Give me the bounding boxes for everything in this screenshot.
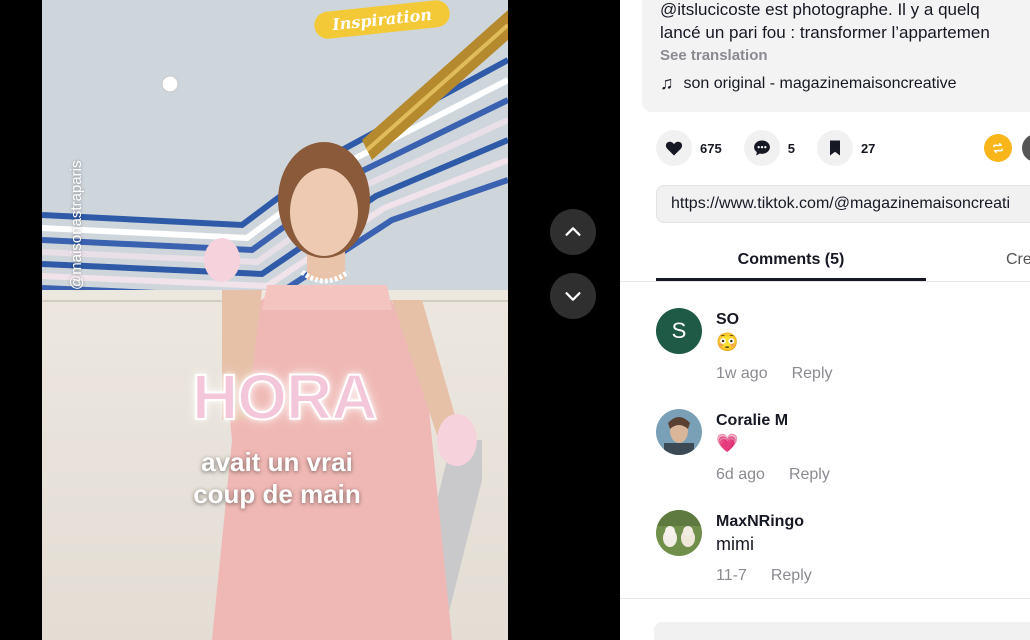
comment-text: 😳 (716, 332, 739, 352)
video-player[interactable]: Inspiration @maisonastraparis HORA avait… (42, 0, 508, 640)
comment-item: S SO 😳 1w ago Reply (656, 308, 1016, 398)
repost-icon (993, 142, 1003, 154)
reply-button[interactable]: Reply (789, 466, 830, 484)
comment-count: 5 (787, 140, 795, 156)
music-title: son original - magazinemaisoncreative (683, 74, 957, 92)
reply-button[interactable]: Reply (792, 365, 833, 383)
share-url-field[interactable]: https://www.tiktok.com/@magazinemaisoncr… (656, 185, 1030, 223)
caption-line-2: coup de main (193, 479, 361, 509)
avatar-photo (656, 510, 702, 556)
previous-video-button[interactable] (550, 209, 596, 255)
chevron-up-icon (565, 227, 581, 236)
like-button[interactable] (656, 130, 692, 166)
comment-bubble-icon (753, 140, 770, 156)
comment-item: Coralie M 💗 6d ago Reply (656, 409, 1016, 499)
video-big-word: HORA (191, 360, 378, 434)
description-line-2: lancé un pari fou : transformer l’appart… (660, 23, 990, 42)
description-line-1: @itslucicoste est photographe. Il y a qu… (660, 0, 980, 19)
comment-action: 5 (743, 130, 795, 166)
comment-text: 💗 (716, 433, 739, 453)
see-translation-link[interactable]: See translation (660, 47, 1030, 64)
like-action: 675 (656, 130, 722, 166)
video-handle-overlay: @maisonastraparis (68, 160, 85, 290)
next-video-button[interactable] (550, 273, 596, 319)
avatar-photo (656, 409, 702, 455)
music-note-icon: ♫ (660, 73, 674, 93)
avatar[interactable] (656, 409, 702, 455)
details-panel: @itslucicoste est photographe. Il y a qu… (620, 0, 1030, 640)
comment-meta: 1w ago Reply (716, 365, 833, 383)
chevron-down-icon (565, 292, 581, 301)
add-comment-input[interactable] (654, 622, 1030, 640)
comment-username[interactable]: SO (716, 311, 739, 329)
save-count: 27 (860, 140, 876, 156)
comment-time: 1w ago (716, 365, 768, 382)
description-box: @itslucicoste est photographe. Il y a qu… (642, 0, 1030, 112)
comment-username[interactable]: MaxNRingo (716, 513, 804, 531)
tab-creator-videos[interactable]: Cre (1006, 240, 1030, 280)
like-count: 675 (700, 140, 722, 156)
comment-item: MaxNRingo mimi 11-7 Reply (656, 510, 1016, 600)
comment-time: 11-7 (716, 567, 747, 584)
comment-meta: 11-7 Reply (716, 567, 812, 585)
avatar[interactable]: S (656, 308, 702, 354)
heart-icon (665, 141, 683, 156)
comment-time: 6d ago (716, 466, 765, 483)
comment-meta: 6d ago Reply (716, 466, 830, 484)
tab-comments[interactable]: Comments (5) (656, 240, 926, 280)
reply-button[interactable]: Reply (771, 567, 812, 585)
comment-input-divider (620, 598, 1030, 599)
video-area: Inspiration @maisonastraparis HORA avait… (0, 0, 620, 640)
video-caption: avait un vrai coup de main (162, 446, 392, 510)
bookmark-button[interactable] (816, 130, 853, 166)
repost-button[interactable] (984, 134, 1012, 162)
tab-divider (620, 281, 1030, 282)
comment-button[interactable] (743, 130, 780, 166)
more-share-button[interactable] (1022, 134, 1030, 162)
tab-bar: Comments (5) Cre (656, 240, 1030, 282)
music-link[interactable]: ♫ son original - magazinemaisoncreative (660, 73, 1030, 94)
action-bar: 675 5 27 (656, 130, 897, 166)
bookmark-icon (829, 140, 840, 156)
comment-username[interactable]: Coralie M (716, 412, 788, 430)
caption-line-1: avait un vrai (201, 447, 353, 477)
comment-text: mimi (716, 534, 754, 554)
save-action: 27 (816, 130, 876, 166)
avatar[interactable] (656, 510, 702, 556)
